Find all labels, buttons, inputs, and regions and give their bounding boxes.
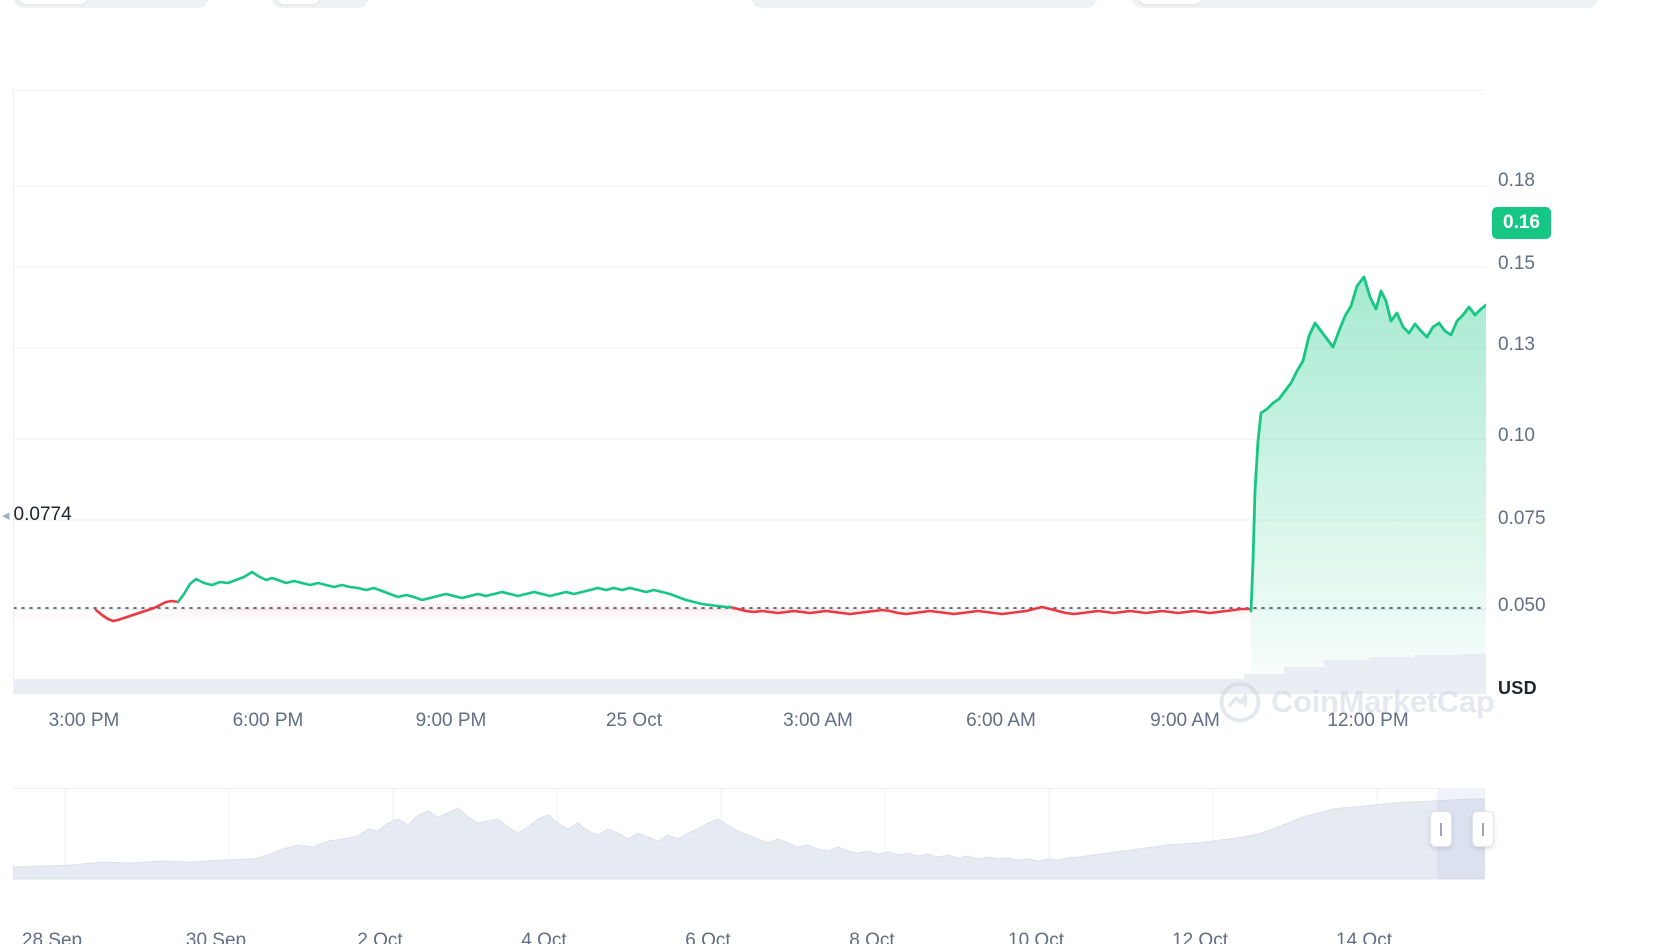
nav-x-tick-1: 30 Sep — [185, 930, 247, 944]
time-range-group: 1D 7D 1M 1Y All LOG ··· — [1132, 0, 1598, 8]
range-navigator[interactable] — [13, 788, 1494, 880]
compare-with-dropdown[interactable]: Compare with — [752, 0, 1097, 8]
nav-x-tick-4: 6 Oct — [685, 930, 731, 944]
range-7d[interactable]: 7D — [1202, 0, 1266, 4]
y-tick-0-050: 0.050 — [1498, 595, 1546, 616]
navigator-left-handle[interactable] — [1430, 811, 1452, 847]
navigator-x-axis: 28 Sep 30 Sep 2 Oct 4 Oct 6 Oct 8 Oct 10… — [0, 930, 1680, 944]
nav-x-tick-5: 8 Oct — [849, 930, 895, 944]
y-tick-0-15: 0.15 — [1498, 253, 1535, 274]
price-area-up — [1251, 277, 1486, 693]
range-1d[interactable]: 1D — [1138, 0, 1202, 4]
candlestick-chart-icon[interactable] — [320, 0, 364, 4]
price-chart-plot[interactable]: CoinMarketCap — [13, 90, 1495, 723]
x-axis: 3:00 PM 6:00 PM 9:00 PM 25 Oct 3:00 AM 6… — [0, 710, 1680, 744]
price-chart-screen: Price Market cap Compare with — [0, 0, 1680, 944]
y-tick-0-075: 0.075 — [1498, 508, 1546, 529]
reference-price-label: 0.0774 — [13, 504, 72, 525]
x-tick-5: 6:00 AM — [966, 710, 1036, 731]
y-tick-0-13: 0.13 — [1498, 334, 1535, 355]
navigator-area — [13, 798, 1485, 879]
y-tick-0-10: 0.10 — [1498, 425, 1535, 446]
navigator-right-handle[interactable] — [1472, 811, 1494, 847]
x-tick-2: 9:00 PM — [415, 710, 487, 731]
x-tick-6: 9:00 AM — [1150, 710, 1220, 731]
nav-x-tick-8: 14 Oct — [1336, 930, 1392, 944]
chart-type-toggle-group — [272, 0, 368, 8]
y-axis: 0.18 0.16 0.15 0.13 0.10 0.075 0.050 — [1490, 90, 1680, 695]
range-all[interactable]: All — [1394, 0, 1458, 4]
y-tick-0-18: 0.18 — [1498, 170, 1535, 191]
line-chart-icon[interactable] — [276, 0, 320, 4]
nav-x-tick-6: 10 Oct — [1008, 930, 1064, 944]
nav-x-tick-7: 12 Oct — [1172, 930, 1228, 944]
more-options-icon[interactable]: ··· — [1556, 0, 1592, 4]
navigator-svg — [13, 789, 1485, 879]
price-line-up-early — [176, 570, 732, 609]
x-tick-0: 3:00 PM — [48, 710, 120, 731]
nav-x-tick-3: 4 Oct — [521, 930, 567, 944]
currency-label: USD — [1498, 678, 1537, 698]
x-tick-7: 12:00 PM — [1327, 710, 1409, 731]
x-tick-4: 3:00 AM — [783, 710, 853, 731]
nav-x-tick-0: 28 Sep — [21, 930, 83, 944]
range-1m[interactable]: 1M — [1266, 0, 1330, 4]
nav-x-tick-2: 2 Oct — [357, 930, 403, 944]
range-1y[interactable]: 1Y — [1330, 0, 1394, 4]
x-tick-1: 6:00 PM — [232, 710, 304, 731]
chevron-down-icon — [1057, 0, 1083, 3]
tab-price[interactable]: Price — [18, 0, 88, 4]
reference-price-tag: ◂ 0.0774 — [2, 504, 72, 526]
current-price-badge: 0.16 — [1492, 207, 1551, 239]
tab-market-cap[interactable]: Market cap — [88, 0, 205, 4]
log-scale-button[interactable]: LOG — [1475, 0, 1539, 4]
reference-price-marker: ◂ — [2, 507, 10, 524]
chart-toolbar: Price Market cap Compare with — [0, 0, 1680, 40]
price-chart-svg — [14, 185, 1486, 694]
metric-toggle-group: Price Market cap — [14, 0, 209, 8]
x-tick-3: 25 Oct — [606, 710, 662, 731]
